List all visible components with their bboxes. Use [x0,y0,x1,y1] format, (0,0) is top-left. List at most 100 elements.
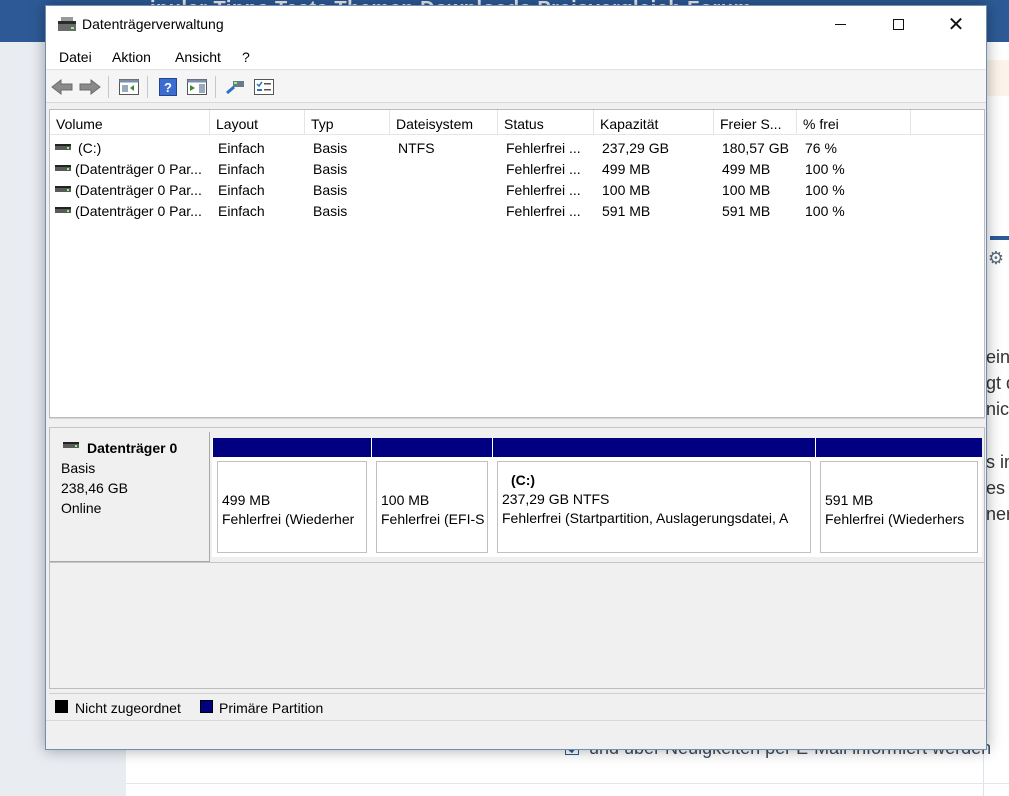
help-icon[interactable]: ? [157,76,179,98]
show-hide-icon[interactable] [186,76,208,98]
cell-dateisystem: NTFS [398,140,435,156]
close-button[interactable]: ✕ [927,6,985,43]
graph-separator [50,562,984,563]
disk-name: Datenträger 0 [87,440,178,456]
column-dateisystem[interactable]: Dateisystem [390,110,498,135]
toolbar-separator [108,76,109,98]
column-freier-speicher[interactable]: Freier S... [714,110,797,135]
cell-layout: Einfach [218,182,265,198]
properties-icon[interactable] [253,76,275,98]
cell-prozent: 100 % [805,182,845,198]
cell-layout: Einfach [218,203,265,219]
volume-row[interactable]: (Datenträger 0 Par... Einfach Basis Fehl… [50,180,984,201]
partition-bar: 499 MB Fehlerfrei (Wiederher 100 MB Fehl… [212,438,982,557]
menu-bar: Datei Aktion Ansicht ? [46,43,986,70]
cell-kapazitaet: 499 MB [602,161,651,177]
partition-status: Fehlerfrei (Wiederher [222,511,355,527]
partition-block[interactable]: 100 MB Fehlerfrei (EFI-S [371,438,492,557]
drive-icon [63,442,79,448]
menu-ansicht[interactable]: Ansicht [175,49,221,65]
partition-block[interactable]: 591 MB Fehlerfrei (Wiederhers [815,438,982,557]
menu-aktion[interactable]: Aktion [112,49,151,65]
website-notice-strip [986,60,1009,96]
cell-volume: (C:) [78,140,102,156]
website-text: es [986,478,1006,498]
minimize-button[interactable] [811,6,869,43]
cell-volume: (Datenträger 0 Par... [75,203,202,219]
forward-icon[interactable] [79,76,101,98]
cell-typ: Basis [313,203,348,219]
partition-block[interactable]: 499 MB Fehlerfrei (Wiederher [212,438,371,557]
console-tree-icon[interactable] [118,76,140,98]
partition-body: 100 MB Fehlerfrei (EFI-S [376,461,488,553]
partition-status: Fehlerfrei (Startpartition, Auslagerungs… [502,510,789,526]
website-divider [126,783,1009,784]
partition-status: Fehlerfrei (EFI-S [381,511,485,527]
partition-size: 237,29 GB NTFS [502,491,610,507]
disk-management-app-icon [58,17,76,31]
partition-body: (C:) 237,29 GB NTFS Fehlerfrei (Startpar… [497,461,811,553]
volume-row[interactable]: (C:) Einfach Basis NTFS Fehlerfrei ... 2… [50,138,984,159]
cell-frei: 499 MB [722,161,771,177]
gear-icon[interactable]: ⚙ [986,248,1006,268]
cell-prozent: 76 % [805,140,837,156]
cell-volume: (Datenträger 0 Par... [75,161,202,177]
column-volume[interactable]: Volume [50,110,210,135]
partition-body: 499 MB Fehlerfrei (Wiederher [217,461,367,553]
cell-status: Fehlerfrei ... [506,140,581,156]
disk-type: Basis [61,460,96,476]
cell-volume: (Datenträger 0 Par... [75,182,202,198]
cell-status: Fehlerfrei ... [506,182,581,198]
column-typ[interactable]: Typ [305,110,390,135]
title-bar[interactable]: Datenträgerverwaltung ✕ [46,6,986,43]
partition-size: 591 MB [825,492,874,508]
disk-state: Online [61,500,102,516]
drive-icon [55,165,71,171]
volume-row[interactable]: (Datenträger 0 Par... Einfach Basis Fehl… [50,159,984,180]
disk-size: 238,46 GB [61,480,128,496]
drive-icon [55,144,71,150]
disk-name-wrap: Datenträger 0 [61,440,209,456]
disk-graphical-view: Datenträger 0 Basis 238,46 GB Online 499… [49,428,985,689]
menu-help[interactable]: ? [242,49,250,65]
cell-frei: 100 MB [722,182,771,198]
legend: Nicht zugeordnet Primäre Partition [49,693,985,718]
cell-prozent: 100 % [805,203,845,219]
website-accent-bar [990,236,1009,240]
toolbar-separator [215,76,216,98]
partition-block[interactable]: (C:) 237,29 GB NTFS Fehlerfrei (Startpar… [492,438,815,557]
volume-row[interactable]: (Datenträger 0 Par... Einfach Basis Fehl… [50,201,984,222]
column-layout[interactable]: Layout [210,110,305,135]
volume-list-header: Volume Layout Typ Dateisystem Status Kap… [50,110,984,135]
primary-partition-stripe [493,438,815,457]
column-prozent-frei[interactable]: % frei [797,110,911,135]
legend-unallocated: Nicht zugeordnet [75,700,181,716]
menu-datei[interactable]: Datei [59,49,92,65]
window-title: Datenträgerverwaltung [82,16,224,32]
svg-text:?: ? [164,80,172,95]
drive-icon [55,186,71,192]
website-text: nic [986,399,1009,419]
maximize-icon [892,19,904,30]
cell-frei: 591 MB [722,203,771,219]
column-kapazitaet[interactable]: Kapazität [594,110,714,135]
column-status[interactable]: Status [498,110,594,135]
volume-list: Volume Layout Typ Dateisystem Status Kap… [49,109,985,418]
pane-splitter[interactable] [49,418,985,428]
disk-info-panel[interactable]: Datenträger 0 Basis 238,46 GB Online [50,432,210,562]
connect-icon[interactable] [224,76,246,98]
cell-kapazitaet: 591 MB [602,203,651,219]
website-text: gt d [986,373,1009,393]
partition-label: (C:) [511,472,536,488]
cell-kapazitaet: 100 MB [602,182,651,198]
back-icon[interactable] [51,76,73,98]
toolbar: ? [46,70,986,103]
legend-primary: Primäre Partition [219,700,324,716]
cell-status: Fehlerfrei ... [506,203,581,219]
cell-kapazitaet: 237,29 GB [602,140,669,156]
partition-size: 100 MB [381,492,430,508]
close-icon: ✕ [947,13,965,36]
maximize-button[interactable] [869,6,927,43]
minimize-icon [834,24,846,25]
toolbar-separator [147,76,148,98]
